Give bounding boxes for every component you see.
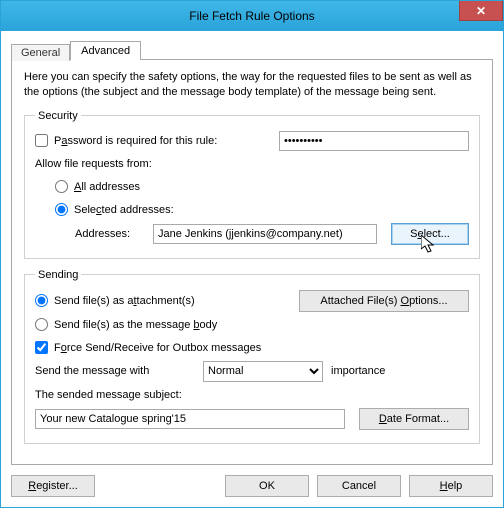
password-required-checkbox[interactable]: Password is required for this rule:	[35, 134, 217, 147]
selected-addresses-input[interactable]	[55, 203, 68, 216]
selected-addresses-radio[interactable]: Selected addresses:	[55, 203, 174, 216]
titlebar: File Fetch Rule Options ✕	[1, 1, 503, 31]
all-addresses-label: All addresses	[74, 181, 140, 193]
date-format-button[interactable]: Date Format...	[359, 408, 469, 430]
send-as-body-input[interactable]	[35, 318, 48, 331]
send-as-body-radio[interactable]: Send file(s) as the message body	[35, 318, 217, 331]
importance-select[interactable]: LowNormalHigh	[203, 361, 323, 382]
allow-from-label: Allow file requests from:	[35, 158, 152, 170]
password-required-label: Password is required for this rule:	[54, 135, 217, 147]
group-security-legend: Security	[35, 110, 81, 122]
force-send-receive-label: Force Send/Receive for Outbox messages	[54, 342, 261, 354]
window-title: File Fetch Rule Options	[189, 9, 314, 23]
password-field[interactable]	[279, 131, 469, 151]
importance-suffix-label: importance	[331, 365, 385, 377]
tab-strip: General Advanced	[11, 37, 493, 59]
tab-panel-advanced: Here you can specify the safety options,…	[11, 59, 493, 465]
force-send-receive-input[interactable]	[35, 341, 48, 354]
client-area: General Advanced Here you can specify th…	[1, 31, 503, 507]
cancel-button[interactable]: Cancel	[317, 475, 401, 497]
help-button[interactable]: Help	[409, 475, 493, 497]
all-addresses-radio[interactable]: All addresses	[55, 180, 140, 193]
group-sending: Sending Send file(s) as attachment(s) At…	[24, 269, 480, 444]
register-button[interactable]: Register...	[11, 475, 95, 497]
group-sending-legend: Sending	[35, 269, 81, 281]
select-addresses-button[interactable]: Select...	[391, 223, 469, 245]
window: File Fetch Rule Options ✕ General Advanc…	[0, 0, 504, 508]
send-with-label: Send the message with	[35, 365, 195, 377]
send-as-attachment-input[interactable]	[35, 294, 48, 307]
send-as-body-label: Send file(s) as the message body	[54, 319, 217, 331]
password-required-input[interactable]	[35, 134, 48, 147]
attached-options-button[interactable]: Attached File(s) Options...	[299, 290, 469, 312]
subject-field[interactable]	[35, 409, 345, 429]
close-icon: ✕	[476, 4, 486, 18]
group-security: Security Password is required for this r…	[24, 110, 480, 259]
all-addresses-input[interactable]	[55, 180, 68, 193]
ok-button[interactable]: OK	[225, 475, 309, 497]
addresses-label: Addresses:	[75, 228, 145, 240]
addresses-field[interactable]	[153, 224, 377, 244]
force-send-receive-checkbox[interactable]: Force Send/Receive for Outbox messages	[35, 341, 261, 354]
close-button[interactable]: ✕	[459, 1, 503, 21]
description-text: Here you can specify the safety options,…	[24, 70, 480, 100]
tab-general[interactable]: General	[11, 44, 70, 61]
send-as-attachment-radio[interactable]: Send file(s) as attachment(s)	[35, 294, 195, 307]
tab-advanced[interactable]: Advanced	[70, 41, 141, 60]
subject-label: The sended message subject:	[35, 389, 182, 401]
dialog-button-row: Register... OK Cancel Help	[11, 465, 493, 497]
send-as-attachment-label: Send file(s) as attachment(s)	[54, 295, 195, 307]
selected-addresses-label: Selected addresses:	[74, 204, 174, 216]
